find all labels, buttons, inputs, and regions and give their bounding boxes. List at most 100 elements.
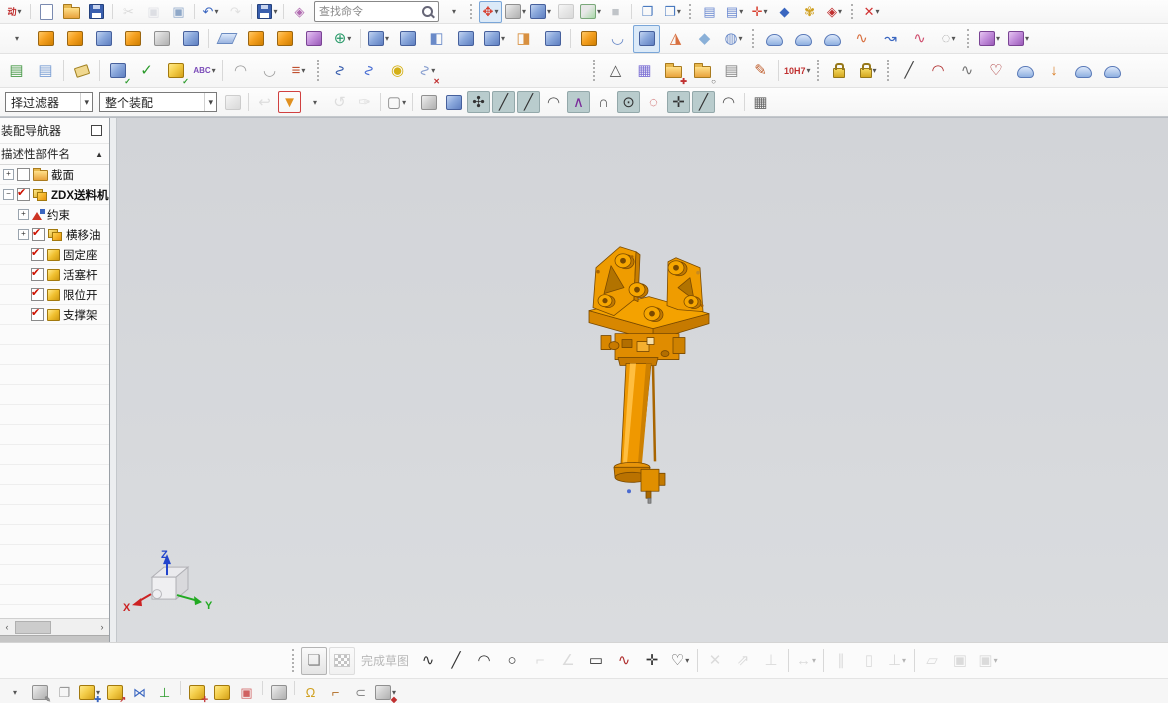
chevron-down-icon[interactable]: ▾ xyxy=(347,34,351,43)
arrangement-button[interactable]: ▣ xyxy=(235,681,258,703)
shell-button[interactable]: ▾ xyxy=(481,25,508,53)
snap-point-on-curve-button[interactable]: ╱ xyxy=(692,91,715,113)
gc-points-folder-button[interactable]: ✚ xyxy=(660,57,687,86)
scroll-right-arrow[interactable]: › xyxy=(95,622,109,632)
chevron-down-icon[interactable]: ▾ xyxy=(902,656,906,665)
snap-enable-button[interactable]: ✣ xyxy=(467,91,490,113)
weld-groove-button[interactable]: ◡ xyxy=(256,57,283,85)
surface-trim-button[interactable] xyxy=(1070,57,1097,85)
thicken-button[interactable] xyxy=(452,25,479,53)
component-checkbox[interactable] xyxy=(31,246,44,261)
fit-tolerance-button[interactable]: 10H7 ▾ xyxy=(783,57,812,85)
touch-mode-button[interactable]: ◈ xyxy=(288,1,311,23)
sweep-along-path-button[interactable]: ↝ xyxy=(877,25,904,53)
chevron-down-icon[interactable]: ▾ xyxy=(313,98,317,107)
curve-line-button[interactable]: ╱ xyxy=(896,57,923,85)
snap-point-on-line-button[interactable]: ╱ xyxy=(517,91,540,113)
component-checkbox[interactable] xyxy=(31,306,44,321)
start-menu-button[interactable]: 动 ▾ xyxy=(3,1,26,23)
copy-button[interactable]: ▣ xyxy=(142,1,165,23)
chevron-down-icon[interactable]: ▾ xyxy=(501,34,505,43)
snap-center-button[interactable]: ⊙ xyxy=(617,91,640,113)
chevron-down-icon[interactable]: ▾ xyxy=(214,7,218,16)
chevron-down-icon[interactable]: ▾ xyxy=(13,688,17,697)
gc-note-button[interactable]: ▤ xyxy=(718,57,745,85)
spring-button[interactable]: ∿ xyxy=(355,57,382,85)
alternate-solution-button[interactable]: ▣ xyxy=(947,647,973,675)
curve-polyline-button[interactable]: ∿ xyxy=(954,57,981,85)
snap-point-on-surface-button[interactable]: ◠ xyxy=(717,91,740,113)
visual-effects-button[interactable] xyxy=(554,1,577,23)
new-button[interactable] xyxy=(35,1,58,23)
rapid-dimension-button[interactable]: ↔ ▾ xyxy=(793,647,819,675)
chevron-down-icon[interactable]: ▾ xyxy=(80,93,92,111)
show-hide-button[interactable]: ◆ xyxy=(773,1,796,23)
redo-button[interactable]: ↷ xyxy=(224,1,247,23)
expand-icon[interactable]: + xyxy=(18,209,29,220)
triad-y-axis[interactable] xyxy=(176,594,196,602)
sketch-task-button[interactable]: ❏ xyxy=(301,646,327,675)
filter-options-button[interactable]: ▾ xyxy=(303,91,326,113)
chevron-down-icon[interactable]: ▾ xyxy=(494,7,498,16)
revolve-button[interactable] xyxy=(61,25,88,53)
part-navigator-button[interactable]: ▤ xyxy=(3,57,30,85)
constraint-display-button[interactable]: ⊥ ▾ xyxy=(884,647,910,675)
true-shading-button[interactable]: ▾ xyxy=(579,1,602,23)
sketch-profile-button[interactable]: ∿ xyxy=(415,647,441,675)
chevron-down-icon[interactable]: ▾ xyxy=(301,66,305,75)
viewport-3d[interactable]: Z X Y xyxy=(117,118,1168,642)
auto-dimension-button[interactable]: ▯ xyxy=(856,647,882,675)
finish-sketch-button[interactable] xyxy=(329,646,355,675)
split-body-button[interactable] xyxy=(394,25,421,53)
component-group-button[interactable]: ◆ ▾ xyxy=(374,681,397,703)
chevron-down-icon[interactable]: ▾ xyxy=(1025,34,1029,43)
delete-face-button[interactable]: ▾ xyxy=(1005,25,1032,53)
sketch-fillet-button[interactable]: ⌐ xyxy=(527,647,553,675)
tree-item-限位开[interactable]: 限位开 xyxy=(0,285,109,305)
offset-face-button[interactable]: ◨ xyxy=(510,25,537,53)
swept-button[interactable] xyxy=(819,25,846,53)
pattern-feature-button[interactable] xyxy=(271,25,298,53)
expand-icon[interactable]: + xyxy=(18,229,29,240)
sheet-body-button[interactable]: ◧ xyxy=(423,25,450,53)
command-finder-options-button[interactable]: ▾ xyxy=(442,1,465,23)
tree-item-支撑架[interactable]: 支撑架 xyxy=(0,305,109,325)
pattern-face-button[interactable] xyxy=(242,25,269,53)
highlight-face-button[interactable] xyxy=(417,91,440,113)
find-component-button[interactable]: ✎ xyxy=(28,681,51,703)
move-component-button[interactable]: ↗ xyxy=(103,681,126,703)
sketch-circle-button[interactable]: ○ xyxy=(499,647,525,675)
check-body-button[interactable]: ✓ xyxy=(162,57,189,86)
sketch-trim-button[interactable]: ✕ xyxy=(702,647,728,675)
panel-horizontal-scrollbar[interactable]: ‹ › xyxy=(0,618,109,635)
sketch-offset-curve-button[interactable]: ♡ ▾ xyxy=(667,647,693,675)
more-surface-button[interactable]: ◌ ▾ xyxy=(935,25,962,53)
chevron-down-icon[interactable]: ▾ xyxy=(739,7,743,16)
snap-endpoint-button[interactable]: ╱ xyxy=(492,91,515,113)
tree-item-横移油[interactable]: + 横移油 xyxy=(0,225,109,245)
chevron-down-icon[interactable]: ▾ xyxy=(522,7,526,16)
chevron-down-icon[interactable]: ▾ xyxy=(951,34,955,43)
open-component-window-button[interactable]: ❐ xyxy=(53,681,76,703)
chevron-down-icon[interactable]: ▾ xyxy=(875,7,879,16)
bounded-body-button[interactable] xyxy=(539,25,566,53)
chevron-down-icon[interactable]: ▾ xyxy=(838,7,842,16)
surface-extend-button[interactable] xyxy=(1099,57,1126,85)
interpart-filter-button[interactable]: ▼ xyxy=(278,91,301,113)
move-face-button[interactable]: ▾ xyxy=(976,25,1003,53)
snap-grab-button[interactable]: ✑ xyxy=(353,91,376,113)
chamfer-button[interactable] xyxy=(633,24,660,53)
float-display-button[interactable]: ❐ ▾ xyxy=(661,1,684,23)
sketch-make-corner-button[interactable]: ⊥ xyxy=(758,647,784,675)
chevron-down-icon[interactable]: ▾ xyxy=(402,98,406,107)
hole-button[interactable] xyxy=(90,25,117,53)
shade-face-button[interactable] xyxy=(442,91,465,113)
open-button[interactable] xyxy=(60,1,83,23)
add-component-button[interactable]: ✚ ▾ xyxy=(78,681,101,703)
snap-pole-button[interactable]: ∧ xyxy=(567,91,590,113)
tree-column-header[interactable]: 描述性部件名 ▲ xyxy=(0,143,109,165)
check-feature-button[interactable]: ✓ xyxy=(133,57,160,85)
tree-item-活塞杆[interactable]: 活塞杆 xyxy=(0,265,109,285)
examine-geometry-button[interactable]: ✓ xyxy=(104,57,131,86)
boolean-unite-button[interactable]: ⊕ ▾ xyxy=(329,25,356,53)
